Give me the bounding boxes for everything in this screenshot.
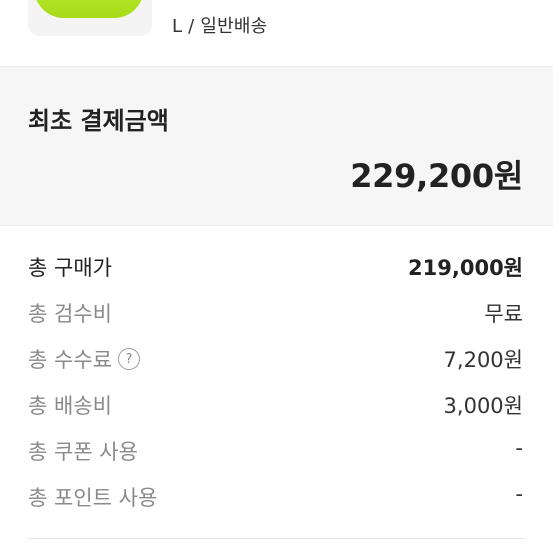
price-row-label: 총 배송비	[28, 394, 112, 418]
price-row-label: 총 포인트 사용	[28, 486, 158, 510]
price-row-points: 총 포인트 사용 -	[0, 472, 553, 518]
price-row-value: -	[515, 482, 523, 506]
product-image	[34, 0, 144, 18]
price-row-label: 총 검수비	[28, 302, 112, 326]
price-row-fee: 총 수수료 ? 7,200원	[0, 334, 553, 380]
price-breakdown-list: 총 구매가 219,000원 총 검수비 무료 총 수수료 ? 7,200원 총…	[0, 242, 553, 518]
price-row-label-text: 총 수수료	[28, 348, 112, 372]
price-row-inspection: 총 검수비 무료	[0, 288, 553, 334]
price-row-shipping: 총 배송비 3,000원	[0, 380, 553, 426]
price-row-value: -	[515, 436, 523, 460]
price-row-label: 총 수수료 ?	[28, 344, 140, 374]
payment-summary: 최초 결제금액 229,200원	[0, 66, 553, 226]
product-option-text: L / 일반배송	[172, 16, 268, 37]
price-row-value: 무료	[484, 302, 523, 326]
help-icon[interactable]: ?	[117, 348, 140, 370]
price-row-value: 3,000원	[443, 394, 523, 418]
payment-total-amount: 229,200원	[350, 157, 523, 195]
price-row-coupon: 총 쿠폰 사용 -	[0, 426, 553, 472]
price-row-value: 7,200원	[443, 348, 523, 372]
price-row-value: 219,000원	[408, 256, 523, 280]
price-row-label: 총 구매가	[28, 256, 112, 280]
product-thumbnail[interactable]	[28, 0, 152, 36]
price-row-purchase: 총 구매가 219,000원	[0, 242, 553, 288]
price-row-label: 총 쿠폰 사용	[28, 440, 138, 464]
payment-summary-title: 최초 결제금액	[28, 107, 169, 135]
product-section: L / 일반배송	[0, 0, 553, 66]
section-divider	[28, 538, 525, 539]
